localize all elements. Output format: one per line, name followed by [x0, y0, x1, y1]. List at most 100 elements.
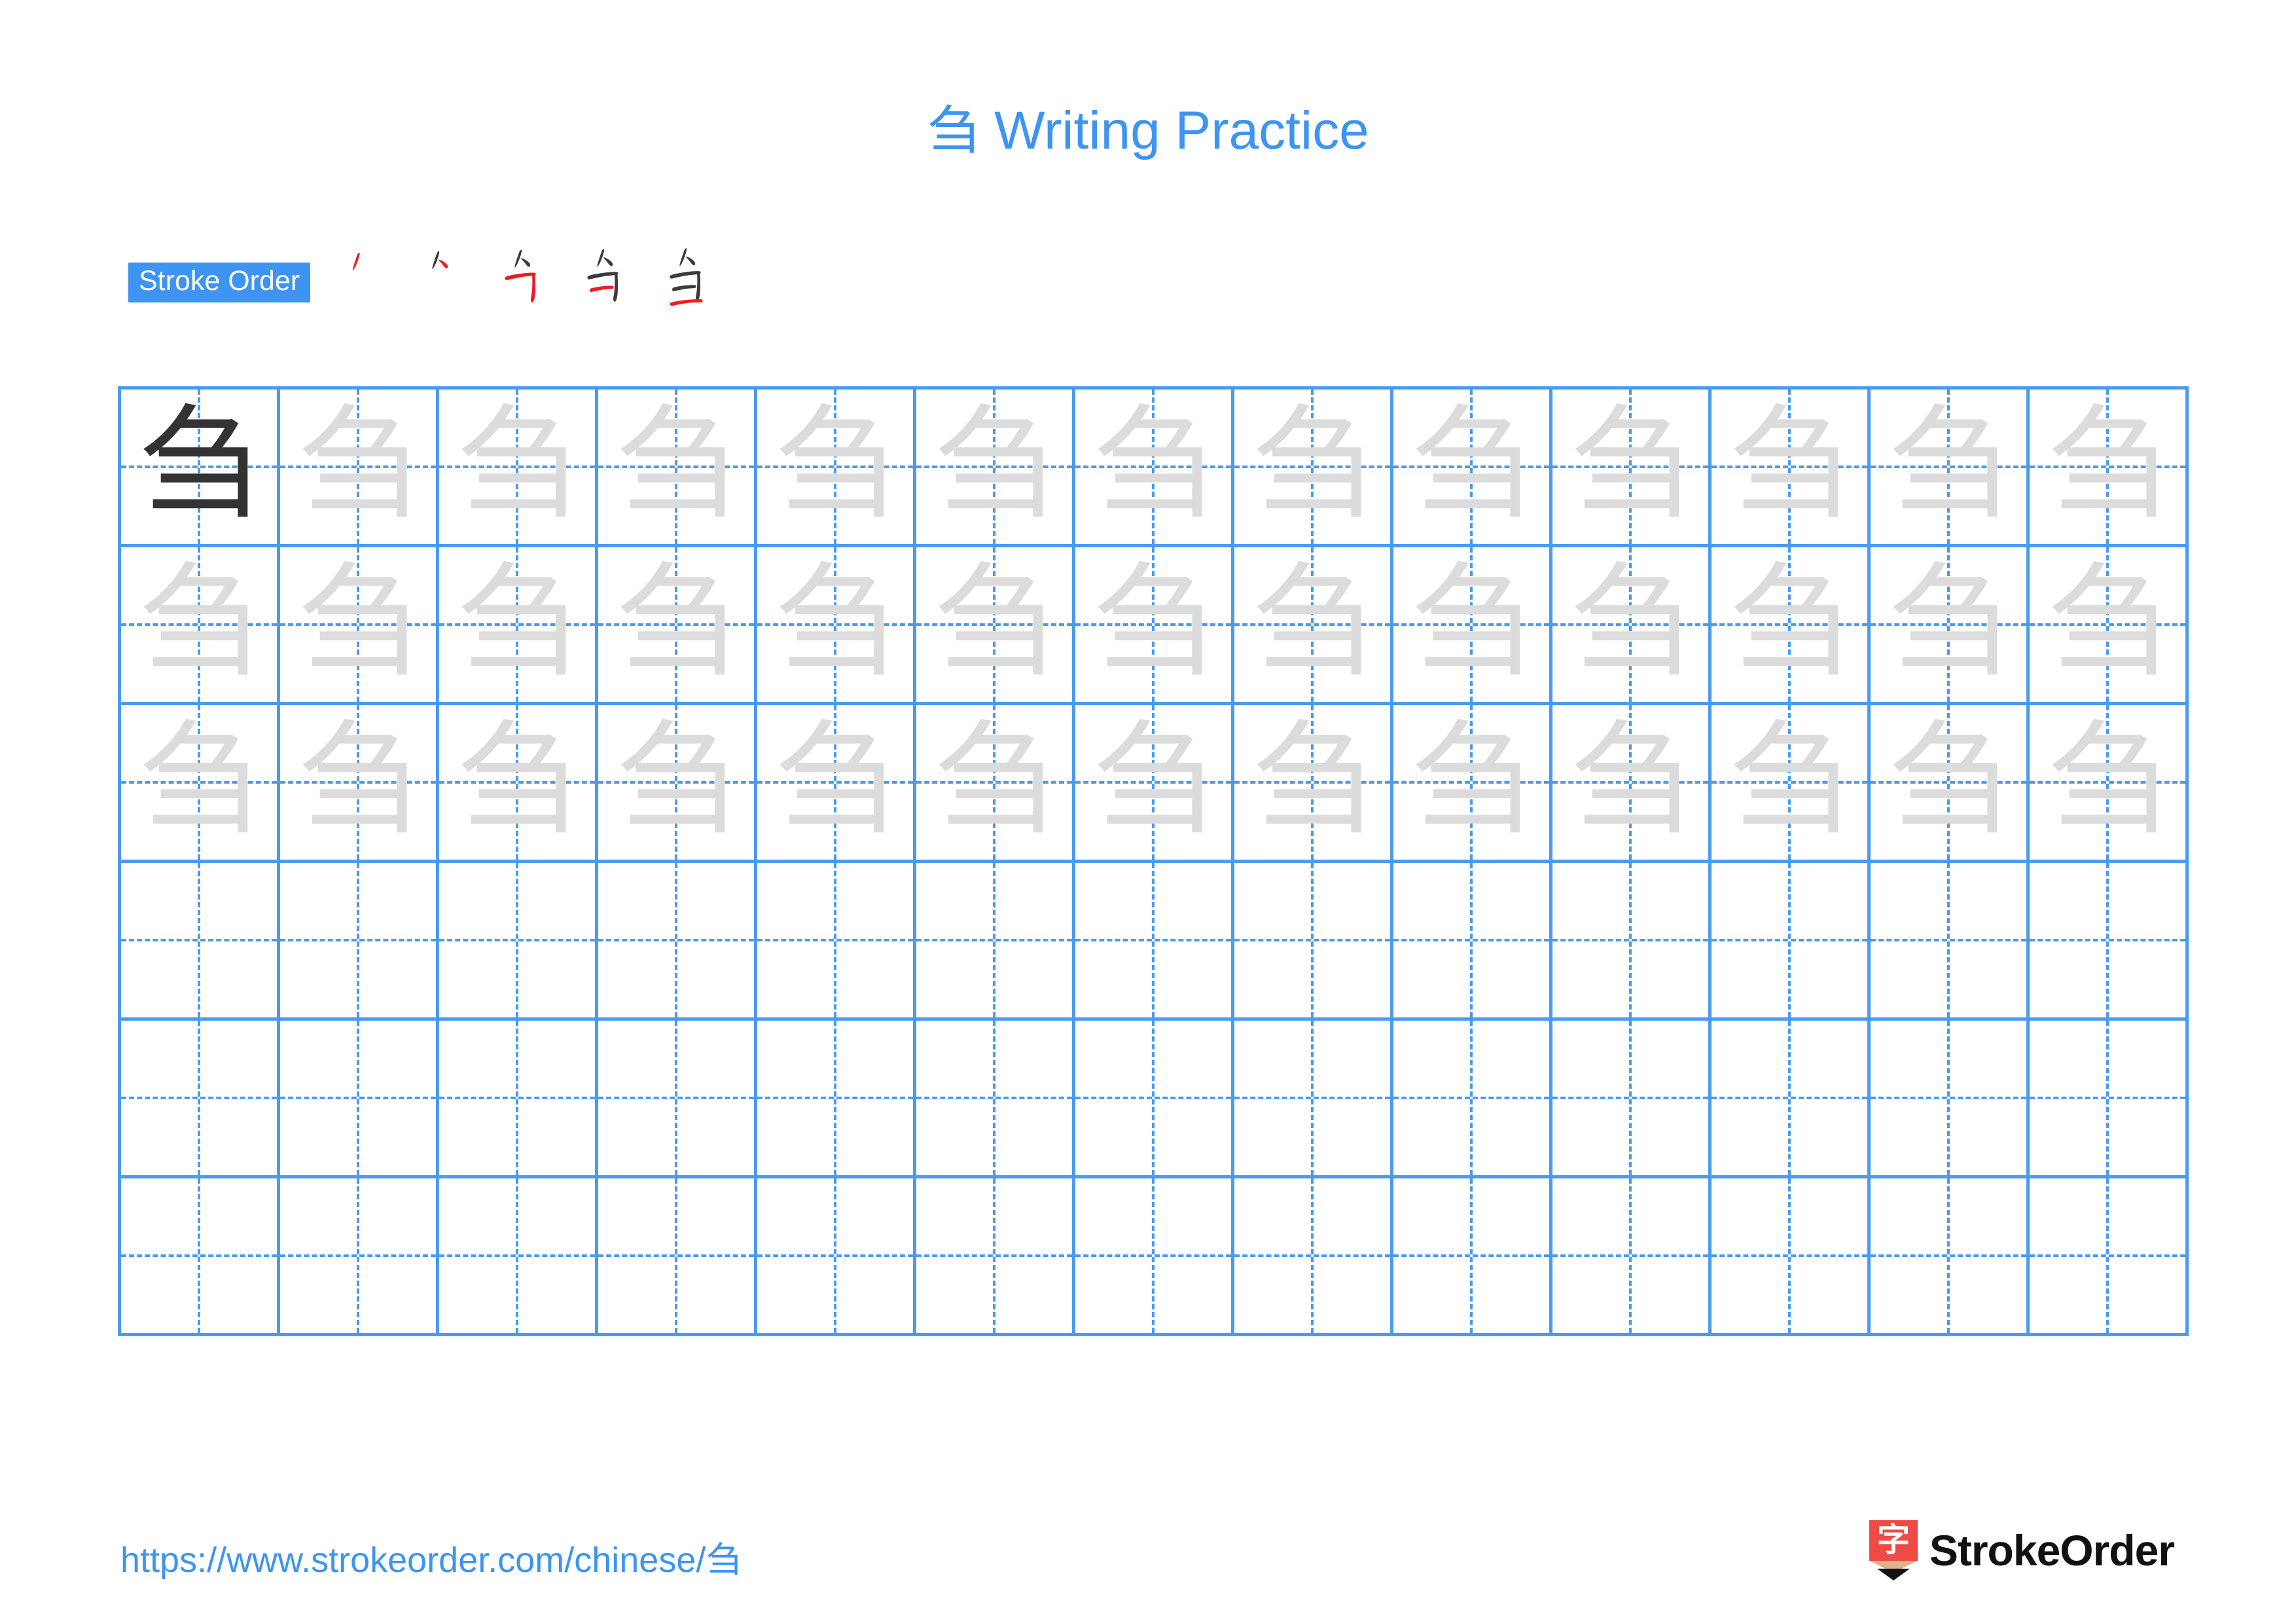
- practice-cell[interactable]: 刍: [1871, 705, 2030, 863]
- practice-cell[interactable]: 刍: [757, 705, 916, 863]
- practice-cell[interactable]: 刍: [1234, 547, 1393, 705]
- practice-cell[interactable]: 刍: [2030, 547, 2189, 705]
- practice-cell[interactable]: 刍: [439, 390, 598, 547]
- practice-char-trace: 刍: [456, 708, 579, 852]
- practice-cell[interactable]: [280, 1178, 439, 1336]
- practice-cell[interactable]: [121, 1021, 280, 1178]
- stroke-step-2-glyph: [432, 251, 448, 269]
- stroke-order-steps: [327, 248, 740, 315]
- stroke-step-1: [327, 249, 404, 315]
- practice-cell[interactable]: [916, 863, 1075, 1021]
- practice-char-trace: 刍: [2046, 393, 2169, 536]
- practice-cell[interactable]: [1871, 1021, 2030, 1178]
- practice-cell[interactable]: 刍: [757, 547, 916, 705]
- practice-char-trace: 刍: [933, 393, 1056, 536]
- practice-cell[interactable]: 刍: [2030, 390, 2189, 547]
- practice-cell[interactable]: [1712, 863, 1871, 1021]
- practice-cell[interactable]: [439, 1178, 598, 1336]
- practice-cell[interactable]: 刍: [1075, 390, 1234, 547]
- stroke-step-4: [575, 249, 652, 315]
- practice-cell[interactable]: 刍: [1871, 390, 2030, 547]
- practice-cell[interactable]: [1871, 1178, 2030, 1336]
- practice-cell[interactable]: [757, 1178, 916, 1336]
- page-title-text: [979, 101, 994, 160]
- stroke-order-section: Stroke Order: [128, 248, 740, 308]
- stroke-step-5: [657, 248, 734, 315]
- practice-cell[interactable]: 刍: [1393, 705, 1552, 863]
- practice-cell[interactable]: 刍: [916, 705, 1075, 863]
- practice-cell[interactable]: [1712, 1021, 1871, 1178]
- practice-cell[interactable]: 刍: [1552, 705, 1712, 863]
- stroke-step-4-glyph: [587, 249, 619, 302]
- practice-cell[interactable]: [1552, 1021, 1712, 1178]
- pencil-logo-svg: 字: [1869, 1520, 1918, 1580]
- practice-cell[interactable]: 刍: [1552, 390, 1712, 547]
- practice-cell[interactable]: [1552, 863, 1712, 1021]
- practice-char-trace: 刍: [1251, 551, 1374, 694]
- practice-cell[interactable]: 刍: [916, 390, 1075, 547]
- practice-cell[interactable]: 刍: [2030, 705, 2189, 863]
- practice-char-trace: 刍: [456, 393, 579, 536]
- practice-cell[interactable]: [598, 1178, 757, 1336]
- practice-cell[interactable]: 刍: [1712, 390, 1871, 547]
- practice-cell[interactable]: [2030, 863, 2189, 1021]
- practice-cell[interactable]: 刍: [121, 547, 280, 705]
- practice-cell[interactable]: [1075, 863, 1234, 1021]
- practice-cell[interactable]: 刍: [1075, 705, 1234, 863]
- practice-cell[interactable]: 刍: [280, 705, 439, 863]
- practice-cell[interactable]: [1393, 863, 1552, 1021]
- practice-cell[interactable]: [121, 1178, 280, 1336]
- practice-cell[interactable]: [598, 1021, 757, 1178]
- practice-cell[interactable]: 刍: [598, 390, 757, 547]
- practice-cell[interactable]: 刍: [439, 547, 598, 705]
- practice-cell[interactable]: [280, 863, 439, 1021]
- practice-cell[interactable]: 刍: [121, 390, 280, 547]
- practice-cell[interactable]: [1075, 1178, 1234, 1336]
- practice-cell[interactable]: [1075, 1021, 1234, 1178]
- practice-cell[interactable]: 刍: [757, 390, 916, 547]
- practice-cell[interactable]: [916, 1021, 1075, 1178]
- practice-cell[interactable]: 刍: [1712, 547, 1871, 705]
- practice-cell[interactable]: 刍: [1075, 547, 1234, 705]
- practice-cell[interactable]: 刍: [1234, 705, 1393, 863]
- practice-char-trace: 刍: [615, 708, 738, 852]
- practice-cell[interactable]: [439, 1021, 598, 1178]
- practice-cell[interactable]: [121, 863, 280, 1021]
- practice-cell[interactable]: [1234, 1021, 1393, 1178]
- practice-char-trace: 刍: [1887, 708, 2010, 852]
- stroke-step-2: [410, 249, 487, 315]
- practice-cell[interactable]: 刍: [916, 547, 1075, 705]
- practice-cell[interactable]: 刍: [598, 705, 757, 863]
- practice-cell[interactable]: 刍: [1552, 547, 1712, 705]
- practice-cell[interactable]: [757, 1021, 916, 1178]
- practice-cell[interactable]: [1712, 1178, 1871, 1336]
- practice-cell[interactable]: [1871, 863, 2030, 1021]
- practice-cell[interactable]: [439, 863, 598, 1021]
- practice-cell[interactable]: [916, 1178, 1075, 1336]
- practice-char-trace: 刍: [296, 551, 420, 694]
- practice-cell[interactable]: 刍: [598, 547, 757, 705]
- practice-cell[interactable]: [1234, 1178, 1393, 1336]
- practice-cell[interactable]: 刍: [121, 705, 280, 863]
- practice-cell[interactable]: [1234, 863, 1393, 1021]
- practice-cell[interactable]: [1393, 1178, 1552, 1336]
- practice-cell[interactable]: 刍: [1234, 390, 1393, 547]
- practice-cell[interactable]: [598, 863, 757, 1021]
- practice-cell[interactable]: 刍: [1393, 547, 1552, 705]
- practice-cell[interactable]: 刍: [439, 705, 598, 863]
- practice-cell[interactable]: 刍: [280, 547, 439, 705]
- practice-char-trace: 刍: [774, 708, 897, 852]
- practice-cell[interactable]: 刍: [1712, 705, 1871, 863]
- practice-cell[interactable]: [757, 863, 916, 1021]
- footer-url[interactable]: https://www.strokeorder.com/chinese/刍: [120, 1531, 741, 1582]
- practice-cell[interactable]: 刍: [1393, 390, 1552, 547]
- practice-cell[interactable]: [2030, 1178, 2189, 1336]
- pencil-logo-hanzi: 字: [1877, 1521, 1910, 1559]
- practice-cell[interactable]: [1552, 1178, 1712, 1336]
- practice-cell[interactable]: [280, 1021, 439, 1178]
- practice-cell[interactable]: 刍: [1871, 547, 2030, 705]
- practice-cell[interactable]: [2030, 1021, 2189, 1178]
- practice-grid: 刍刍刍刍刍刍刍刍刍刍刍刍刍刍刍刍刍刍刍刍刍刍刍刍刍刍刍刍刍刍刍刍刍刍刍刍刍刍刍: [118, 386, 2189, 1336]
- practice-cell[interactable]: [1393, 1021, 1552, 1178]
- practice-cell[interactable]: 刍: [280, 390, 439, 547]
